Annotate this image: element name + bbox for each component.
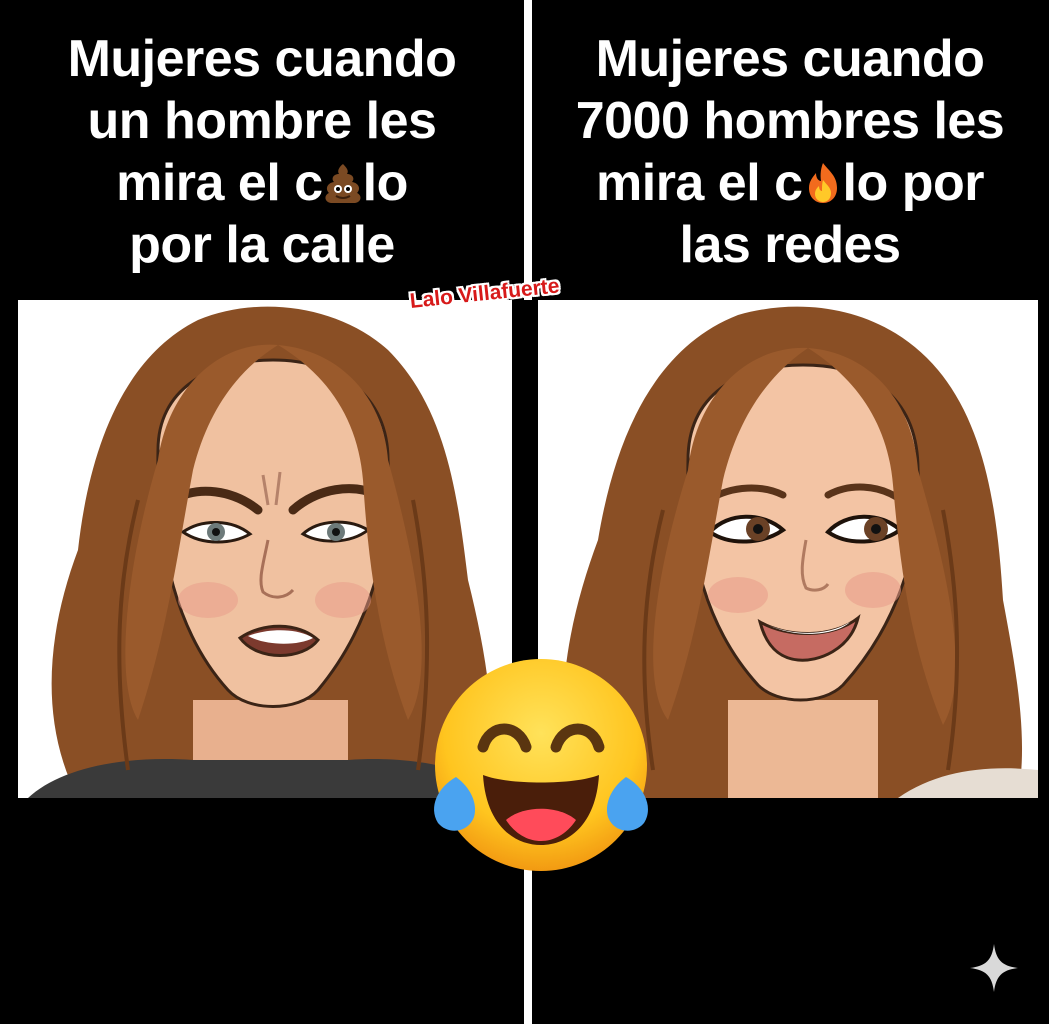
caption-line: 7000 hombres les [575,92,1005,150]
left-caption: Mujeres cuando un hombre les mira el c l… [10,28,514,276]
caption-line: Mujeres cuando [595,30,985,88]
caption-line: las redes [679,216,902,274]
caption-line: Mujeres cuando [67,30,457,88]
poop-icon [325,164,361,203]
sparkle-icon [970,944,1018,992]
caption-fragment: lo por [842,154,985,212]
caption-fragment: mira el c [116,154,323,212]
fire-icon [808,163,837,203]
right-caption: Mujeres cuando 7000 hombres les mira el … [540,28,1040,276]
caption-fragment: mira el c [596,154,803,212]
caption-line: mira el c lo [10,152,514,214]
caption-line: por la calle [129,216,395,274]
caption-line: mira el c lo por [540,152,1040,214]
laughing-crying-emoji-icon [434,659,648,871]
caption-line: un hombre les [87,92,437,150]
caption-fragment: lo [362,154,409,212]
